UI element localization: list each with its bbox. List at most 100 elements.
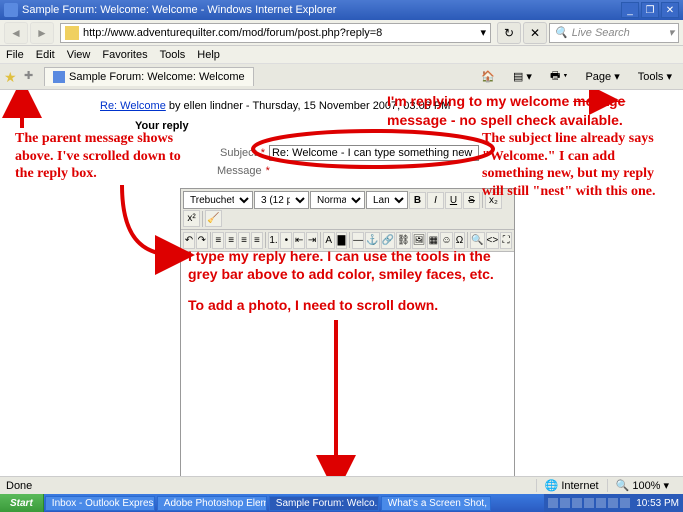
back-button[interactable]: ◄	[4, 22, 28, 44]
required-asterisk: *	[266, 165, 270, 177]
nav-toolbar: ◄ ► ▾ ↻ ✕ 🔍 Live Search ▾	[0, 20, 683, 46]
print-button[interactable]: 🖶 ▾	[543, 64, 575, 89]
url-input[interactable]	[83, 27, 480, 39]
align-center-button[interactable]: ≡	[225, 232, 237, 249]
message-row: Message *	[217, 165, 274, 177]
html-button[interactable]: <>	[486, 232, 500, 249]
search-button[interactable]: 🔍	[470, 232, 484, 249]
taskbar: Start Inbox - Outlook Express Adobe Phot…	[0, 494, 683, 512]
bold-button[interactable]: B	[409, 192, 426, 209]
list-ol-button[interactable]: 1.	[268, 232, 280, 249]
status-done: Done	[6, 480, 32, 492]
font-select[interactable]: Trebuchet	[183, 191, 253, 209]
required-asterisk: *	[261, 147, 265, 159]
tools-button[interactable]: Tools ▾	[631, 67, 679, 86]
justify-button[interactable]: ≡	[251, 232, 263, 249]
browser-tab[interactable]: Sample Forum: Welcome: Welcome	[44, 67, 254, 86]
subject-input[interactable]	[269, 145, 479, 161]
status-internet: 🌐 Internet	[536, 479, 607, 492]
window-title: Sample Forum: Welcome: Welcome - Windows…	[22, 4, 336, 16]
tray-icon[interactable]	[548, 498, 558, 508]
unlink-button[interactable]: ⛓	[396, 232, 411, 249]
tab-bar: ★ ✚ Sample Forum: Welcome: Welcome 🏠 ▤ ▾…	[0, 64, 683, 90]
fullscreen-button[interactable]: ⛶	[500, 232, 512, 249]
system-tray[interactable]: 10:53 PM	[544, 494, 683, 512]
menu-help[interactable]: Help	[197, 49, 220, 61]
annotation-parent: The parent message shows above. I've scr…	[15, 130, 200, 183]
tray-icon[interactable]	[560, 498, 570, 508]
tray-icon[interactable]	[608, 498, 618, 508]
internet-icon: 🌐	[545, 479, 559, 492]
favorites-icon[interactable]: ★	[4, 69, 20, 85]
parent-link[interactable]: Re: Welcome	[100, 100, 166, 112]
align-right-button[interactable]: ≡	[238, 232, 250, 249]
window-titlebar: Sample Forum: Welcome: Welcome - Windows…	[0, 0, 683, 20]
menu-favorites[interactable]: Favorites	[102, 49, 147, 61]
annotation-spellcheck: I'm replying to my welcome mesage messag…	[387, 93, 667, 130]
align-left-button[interactable]: ≡	[212, 232, 224, 249]
hr-button[interactable]: —	[352, 232, 364, 249]
tab-title: Sample Forum: Welcome: Welcome	[69, 71, 245, 83]
status-zoom[interactable]: 🔍 100% ▾	[607, 479, 677, 492]
clock: 10:53 PM	[636, 498, 679, 509]
tray-icon[interactable]	[572, 498, 582, 508]
taskbar-item-outlook[interactable]: Inbox - Outlook Express	[45, 496, 155, 511]
menu-file[interactable]: File	[6, 49, 24, 61]
char-button[interactable]: Ω	[454, 232, 466, 249]
address-bar[interactable]: ▾	[60, 23, 491, 43]
start-button[interactable]: Start	[0, 494, 44, 512]
tab-page-icon	[53, 71, 65, 83]
editor-toolbar-row1: Trebuchet 3 (12 pt) Normal Lang B I U S …	[181, 189, 514, 230]
image-button[interactable]: 🖼	[412, 232, 427, 249]
textcolor-button[interactable]: A	[323, 232, 335, 249]
minimize-button[interactable]: _	[621, 2, 639, 18]
indent-button[interactable]: ⇥	[306, 232, 318, 249]
menu-tools[interactable]: Tools	[160, 49, 186, 61]
rich-text-editor: Trebuchet 3 (12 pt) Normal Lang B I U S …	[180, 188, 515, 490]
underline-button[interactable]: U	[445, 192, 462, 209]
subject-row: Subject *	[220, 145, 479, 161]
refresh-button[interactable]: ↻	[497, 22, 521, 44]
annotation-reply-body: I type my reply here. I can use the tool…	[188, 248, 508, 315]
taskbar-item-screenshot[interactable]: What's a Screen Shot, a...	[381, 496, 491, 511]
undo-button[interactable]: ↶	[183, 232, 195, 249]
maximize-button[interactable]: ❐	[641, 2, 659, 18]
sup-button[interactable]: x²	[183, 210, 200, 227]
search-placeholder: Live Search	[572, 27, 630, 39]
page-icon	[65, 26, 79, 40]
ie-icon	[4, 3, 18, 17]
menu-view[interactable]: View	[67, 49, 91, 61]
feeds-button[interactable]: ▤ ▾	[506, 67, 539, 86]
url-dropdown-icon[interactable]: ▾	[480, 26, 486, 39]
add-favorite-icon[interactable]: ✚	[24, 69, 40, 85]
menu-bar: File Edit View Favorites Tools Help	[0, 46, 683, 64]
redo-button[interactable]: ↷	[196, 232, 208, 249]
menu-edit[interactable]: Edit	[36, 49, 55, 61]
close-button[interactable]: ✕	[661, 2, 679, 18]
list-ul-button[interactable]: •	[280, 232, 292, 249]
home-button[interactable]: 🏠	[474, 67, 502, 86]
page-button[interactable]: Page ▾	[578, 67, 626, 86]
table-button[interactable]: ▦	[427, 232, 439, 249]
forward-button[interactable]: ►	[30, 22, 54, 44]
zoom-icon: 🔍	[616, 479, 630, 492]
lang-select[interactable]: Lang	[366, 191, 408, 209]
strike-button[interactable]: S	[463, 192, 480, 209]
tray-icon[interactable]	[596, 498, 606, 508]
search-box[interactable]: 🔍 Live Search ▾	[549, 23, 679, 43]
format-select[interactable]: Normal	[310, 191, 365, 209]
clean-button[interactable]: 🧹	[205, 210, 222, 227]
tray-icon[interactable]	[584, 498, 594, 508]
status-bar: Done 🌐 Internet 🔍 100% ▾	[0, 476, 683, 494]
smiley-button[interactable]: ☺	[440, 232, 452, 249]
taskbar-item-forum[interactable]: Sample Forum: Welco...	[269, 496, 379, 511]
size-select[interactable]: 3 (12 pt)	[254, 191, 309, 209]
taskbar-item-photoshop[interactable]: Adobe Photoshop Elements	[157, 496, 267, 511]
outdent-button[interactable]: ⇤	[293, 232, 305, 249]
stop-button[interactable]: ✕	[523, 22, 547, 44]
italic-button[interactable]: I	[427, 192, 444, 209]
link-button[interactable]: 🔗	[381, 232, 395, 249]
anchor-button[interactable]: ⚓	[365, 232, 379, 249]
bgcolor-button[interactable]: ▇	[336, 232, 348, 249]
tray-icon[interactable]	[620, 498, 630, 508]
